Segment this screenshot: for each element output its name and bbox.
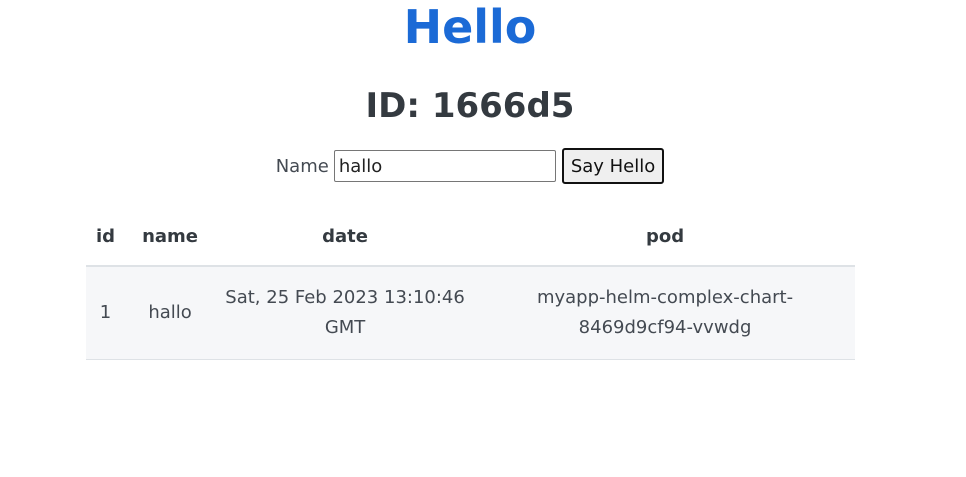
page-title: Hello bbox=[403, 0, 537, 54]
column-header-date: date bbox=[215, 208, 476, 267]
say-hello-button[interactable]: Say Hello bbox=[561, 148, 665, 184]
column-header-id: id bbox=[86, 208, 126, 267]
name-input[interactable] bbox=[333, 150, 556, 182]
table-body: 1 hallo Sat, 25 Feb 2023 13:10:46 GMT my… bbox=[86, 266, 855, 360]
column-header-name: name bbox=[125, 208, 216, 267]
results-table: id name date pod 1 hallo Sat, 25 Feb 202… bbox=[86, 208, 855, 360]
id-heading: ID: 1666d5 bbox=[365, 86, 575, 126]
cell-id: 1 bbox=[86, 266, 126, 360]
hello-form: Name Say Hello bbox=[0, 148, 940, 184]
cell-pod: myapp-helm-complex-chart-8469d9cf94-vvwd… bbox=[475, 266, 855, 360]
table-header: id name date pod bbox=[86, 208, 855, 267]
page: Hello ID: 1666d5 Name Say Hello id name … bbox=[0, 0, 966, 477]
cell-name: hallo bbox=[125, 266, 216, 360]
name-label: Name bbox=[275, 155, 329, 177]
cell-date: Sat, 25 Feb 2023 13:10:46 GMT bbox=[215, 266, 476, 360]
table-row: 1 hallo Sat, 25 Feb 2023 13:10:46 GMT my… bbox=[86, 266, 855, 360]
column-header-pod: pod bbox=[475, 208, 855, 267]
header-row: id name date pod bbox=[86, 208, 855, 267]
